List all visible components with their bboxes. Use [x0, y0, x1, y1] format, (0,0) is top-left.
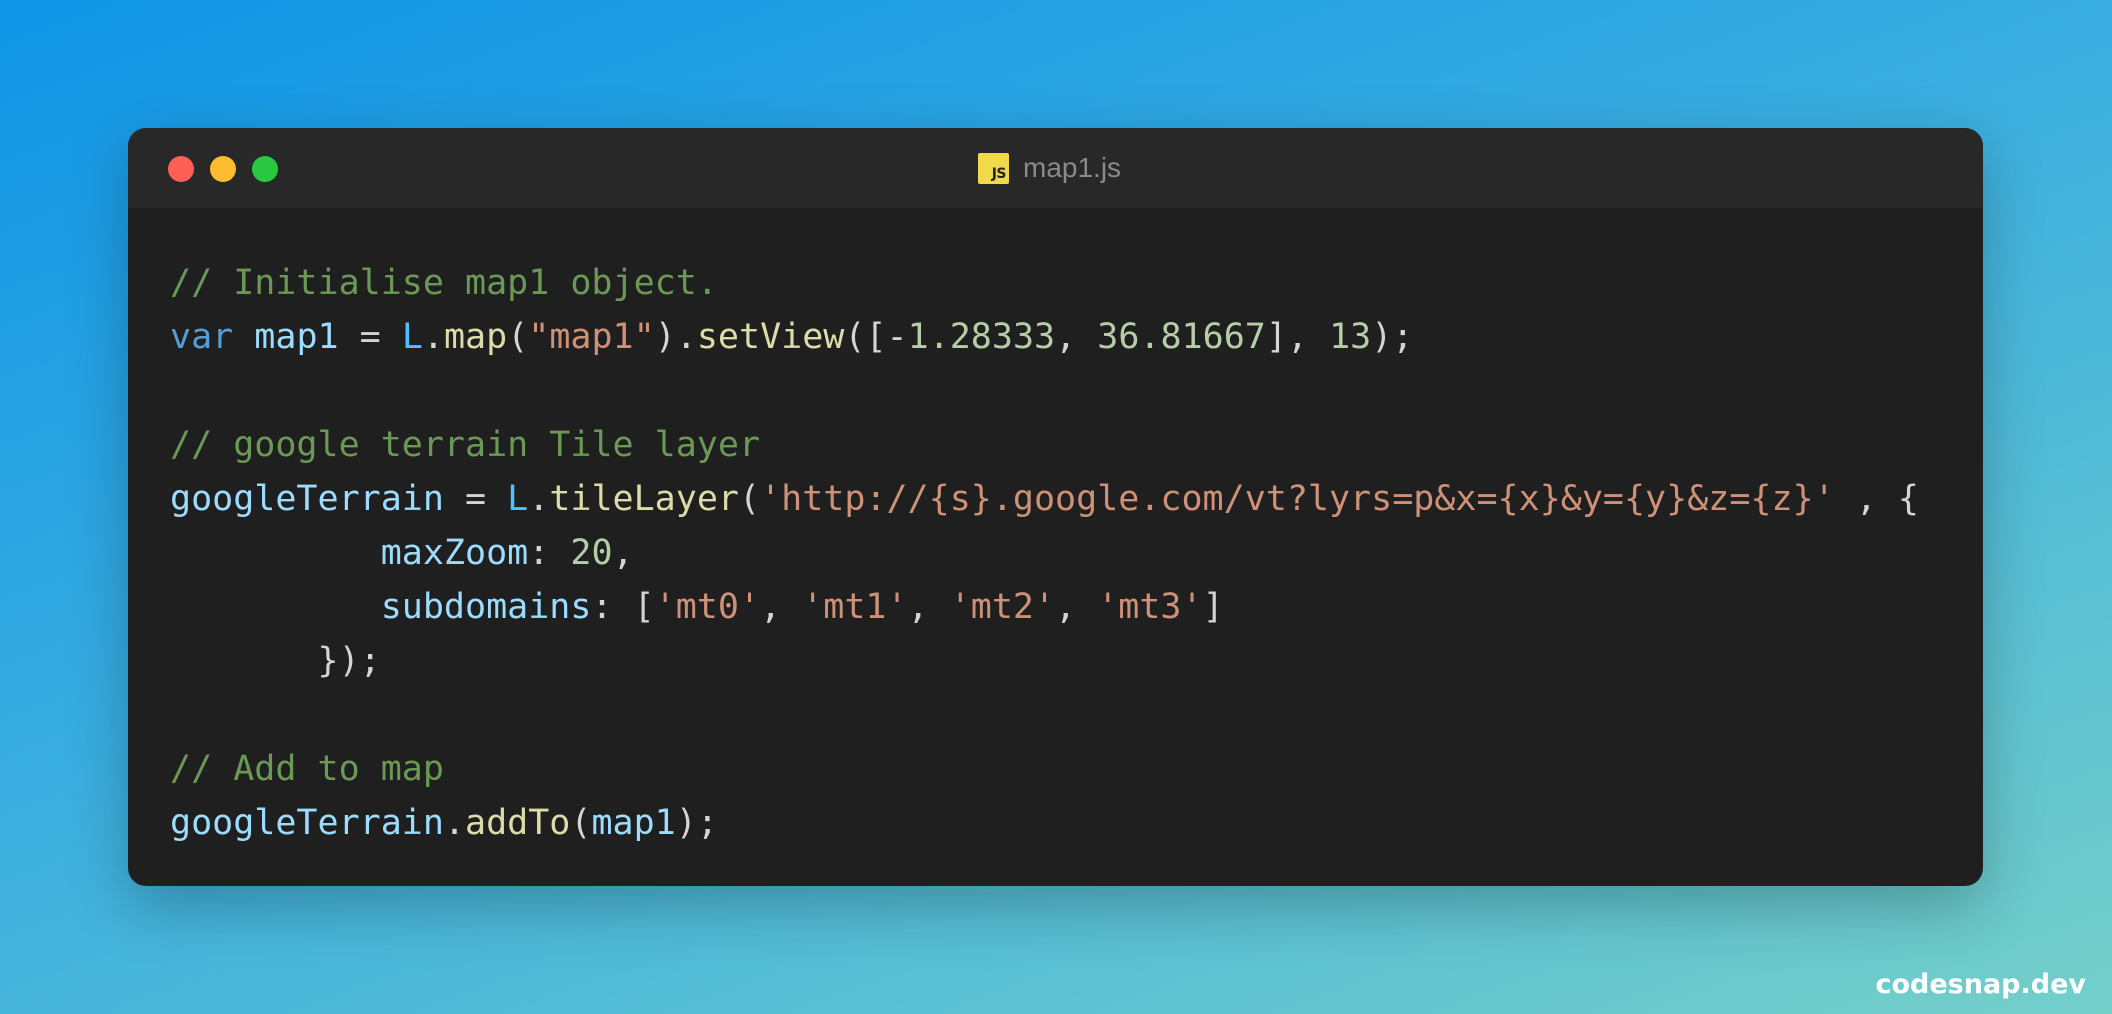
code-token: map1 [254, 317, 339, 357]
code-token: 'mt2' [949, 587, 1056, 627]
code-token: , [760, 587, 803, 627]
code-token: ( [570, 803, 592, 843]
watermark: codesnap.dev [1875, 969, 2086, 1000]
filename: map1.js [1023, 152, 1122, 183]
code-token: map [443, 317, 508, 357]
code-token: 'mt1' [802, 587, 908, 627]
code-token: maxZoom [380, 533, 529, 573]
window-titlebar: JS map1.js [128, 128, 1983, 208]
close-window-button[interactable] [168, 156, 194, 182]
code-token: }); [170, 641, 381, 681]
code-token: 'http://{s}.google.com/vt?lyrs=p&x={x}&y… [760, 479, 1835, 519]
code-line: maxZoom: 20, [170, 526, 1919, 580]
code-line: var map1 = L.map("map1").setView([-1.283… [170, 310, 1919, 364]
code-token: // google terrain Tile layer [170, 425, 761, 465]
code-token: 1.28333 [907, 317, 1056, 357]
code-token: addTo [465, 803, 571, 843]
code-token: , [1055, 587, 1098, 627]
code-window: JS map1.js // Initialise map1 object. var… [128, 128, 1983, 886]
code-token: 36.81667 [1097, 317, 1266, 357]
code-token: // Add to map [170, 749, 444, 789]
code-token: ); [675, 803, 718, 843]
code-token: ); [1371, 317, 1414, 357]
code-token: : [528, 533, 571, 573]
code-token: = [338, 317, 402, 357]
code-token: . [528, 479, 550, 519]
code-token: . [422, 317, 444, 357]
code-token: , [1055, 317, 1098, 357]
javascript-file-icon: JS [978, 152, 1009, 184]
code-token: subdomains [380, 587, 592, 627]
window-title: JS map1.js [978, 150, 1121, 186]
code-token: // Initialise map1 object. [170, 263, 718, 303]
code-token: googleTerrain [170, 479, 444, 519]
code-token: , [907, 587, 950, 627]
code-line: googleTerrain = L.tileLayer('http://{s}.… [170, 472, 1919, 526]
code-token: ], [1265, 317, 1330, 357]
code-token: setView [696, 317, 845, 357]
code-token: "map1" [528, 317, 655, 357]
code-token: 13 [1329, 317, 1372, 357]
code-token: , [612, 533, 634, 573]
code-line: // Add to map [170, 742, 1919, 796]
code-token: ( [507, 317, 529, 357]
code-token: ] [1202, 587, 1224, 627]
code-token: , { [1834, 479, 1920, 519]
code-token: var [170, 317, 234, 357]
code-token: 'mt3' [1097, 587, 1203, 627]
code-line: googleTerrain.addTo(map1); [170, 796, 1919, 850]
code-block: // Initialise map1 object. var map1 = L.m… [170, 256, 1919, 850]
code-line: }); [170, 634, 1919, 688]
minimize-window-button[interactable] [210, 156, 236, 182]
code-line: // google terrain Tile layer [170, 418, 1919, 472]
code-token: ). [654, 317, 697, 357]
code-token: map1 [591, 803, 676, 843]
code-token: 20 [570, 533, 613, 573]
code-token: 'mt0' [654, 587, 761, 627]
file-icon-label: JS [991, 165, 1007, 182]
code-token: tileLayer [549, 479, 739, 519]
code-token: = [443, 479, 508, 519]
code-token: . [443, 803, 466, 843]
code-token: : [ [591, 587, 655, 627]
code-token: ( [738, 479, 761, 519]
maximize-window-button[interactable] [252, 156, 278, 182]
code-line: // Initialise map1 object. [170, 256, 1919, 310]
code-token: L [401, 317, 423, 357]
code-token: L [507, 479, 529, 519]
code-token: googleTerrain [170, 803, 444, 843]
code-line: subdomains: ['mt0', 'mt1', 'mt2', 'mt3'] [170, 580, 1919, 634]
code-token: ([- [844, 317, 908, 357]
